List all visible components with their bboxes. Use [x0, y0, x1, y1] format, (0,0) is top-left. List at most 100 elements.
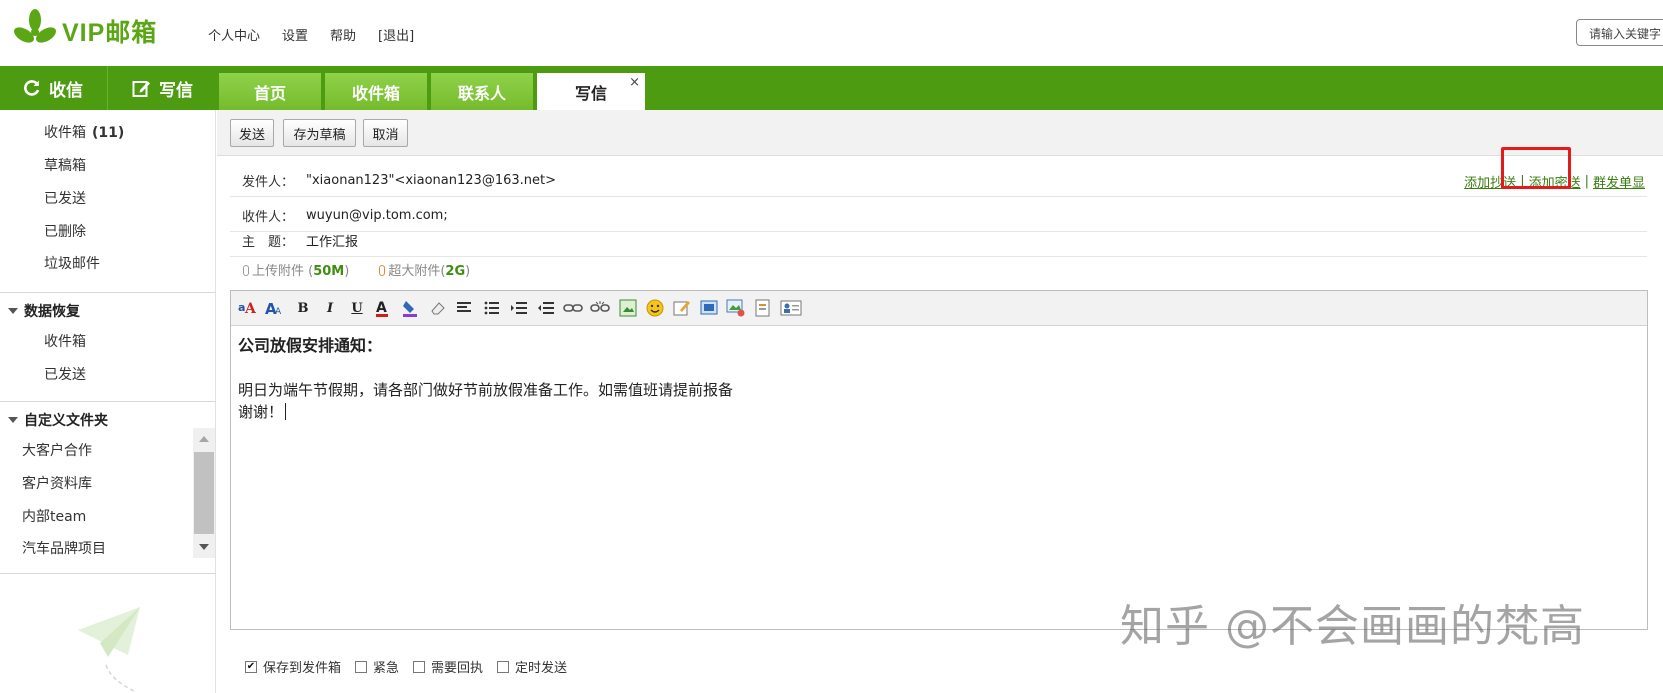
sidebar-item-label: 收件箱 — [44, 125, 86, 141]
link-help[interactable]: 帮助 — [330, 25, 356, 44]
group-single-link[interactable]: 群发单显 — [1593, 172, 1645, 191]
unread-count: (11) — [92, 125, 125, 141]
from-label: 发件人： — [242, 174, 295, 190]
cancel-button[interactable]: 取消 — [363, 119, 408, 147]
business-card-icon[interactable] — [779, 296, 803, 320]
screenshot-icon[interactable] — [697, 296, 721, 320]
from-row: 发件人： "xiaonan123"<xiaonan123@163.net> 添加… — [230, 164, 1647, 197]
sidebar-item-sent[interactable]: 已发送 — [44, 188, 86, 208]
checkbox[interactable] — [497, 660, 510, 673]
scroll-down-arrow-icon[interactable] — [193, 536, 215, 558]
option-label: 定时发送 — [515, 661, 568, 676]
link-icon[interactable] — [561, 296, 585, 320]
highlight-box — [1501, 147, 1571, 189]
scroll-thumb[interactable] — [194, 452, 214, 534]
sidebar: 收件箱 (11) 草稿箱 已发送 已删除 垃圾邮件 数据恢复 收件箱 已发送 自定… — [0, 110, 216, 693]
section-custom-folders[interactable]: 自定义文件夹 — [8, 410, 108, 430]
email-body[interactable]: 公司放假安排通知： 明日为端午节假期，请各部门做好节前放假准备工作。如需值班请提… — [238, 335, 733, 423]
bold-icon[interactable]: B — [291, 296, 315, 320]
svg-text:A: A — [244, 301, 257, 317]
body-line-last: 谢谢！ — [238, 401, 733, 423]
tab-inbox[interactable]: 收件箱 — [325, 73, 427, 110]
recovery-item-sent[interactable]: 已发送 — [44, 364, 86, 384]
sidebar-item-deleted[interactable]: 已删除 — [44, 221, 86, 241]
italic-icon[interactable]: I — [318, 296, 342, 320]
list-icon[interactable] — [480, 296, 504, 320]
rich-text-editor[interactable]: aA AA B I U A 公司放假安排通知： 明日为端午节假期，请各部门做好节… — [230, 290, 1648, 630]
send-options: ✔ 保存到发件箱 紧急 需要回执 定时发送 — [245, 657, 567, 676]
tab-contacts[interactable]: 联系人 — [431, 73, 533, 110]
indent-icon[interactable] — [507, 296, 531, 320]
write-button[interactable]: 写信 — [107, 66, 217, 110]
option-label: 保存到发件箱 — [263, 661, 342, 676]
tab-home[interactable]: 首页 — [219, 73, 321, 110]
section-title: 自定义文件夹 — [24, 413, 108, 429]
edit-icon — [132, 80, 150, 97]
sidebar-item-spam[interactable]: 垃圾邮件 — [44, 253, 100, 273]
highlight-color-icon[interactable] — [399, 296, 423, 320]
subject-label: 主 题： — [242, 234, 295, 250]
top-header: VIP邮箱 个人中心 设置 帮助 [退出] 请输入关键字 — [0, 0, 1663, 66]
custom-folder-item[interactable]: 客户资料库 — [22, 473, 92, 493]
eraser-icon[interactable] — [426, 296, 450, 320]
insert-photo-icon[interactable] — [724, 296, 748, 320]
body-line: 明日为端午节假期，请各部门做好节前放假准备工作。如需值班请提前报备 — [238, 381, 734, 399]
big-attachment-link[interactable]: 超大附件(2G) — [379, 260, 470, 279]
tab-compose[interactable]: 写信 × — [537, 73, 645, 110]
underline-icon[interactable]: U — [345, 296, 369, 320]
scroll-up-arrow-icon[interactable] — [193, 428, 215, 450]
action-toolbar: 发送 存为草稿 取消 — [217, 110, 1663, 156]
custom-folder-item[interactable]: 内部team — [22, 506, 86, 526]
collapse-icon — [8, 417, 18, 423]
option-scheduled-send[interactable]: 定时发送 — [497, 657, 567, 676]
collapse-icon — [8, 308, 18, 314]
folder-scrollbar[interactable] — [193, 428, 215, 558]
section-data-recovery[interactable]: 数据恢复 — [8, 301, 80, 321]
checkbox[interactable] — [413, 660, 426, 673]
sidebar-item-drafts[interactable]: 草稿箱 — [44, 155, 86, 175]
option-read-receipt[interactable]: 需要回执 — [413, 657, 483, 676]
subject-field[interactable]: 工作汇报 — [306, 231, 358, 250]
font-family-icon[interactable]: aA — [236, 296, 260, 320]
search-input[interactable]: 请输入关键字 — [1576, 19, 1663, 46]
to-field[interactable]: wuyun@vip.tom.com; — [306, 208, 448, 223]
section-title: 数据恢复 — [24, 304, 80, 320]
upload-attachment-link[interactable]: 上传附件 (50M) — [243, 260, 349, 279]
attachment-row: 上传附件 (50M) 超大附件(2G) — [243, 260, 470, 279]
subject-row: 主 题： 工作汇报 — [230, 224, 1647, 257]
watermark: 知乎 @不会画画的梵高 — [1120, 601, 1585, 652]
unlink-icon[interactable] — [588, 296, 612, 320]
option-save-to-sent[interactable]: ✔ 保存到发件箱 — [245, 657, 341, 676]
insert-image-icon[interactable] — [616, 296, 640, 320]
template-icon[interactable] — [751, 296, 775, 320]
option-urgent[interactable]: 紧急 — [355, 657, 399, 676]
divider — [0, 401, 216, 402]
link-logout[interactable]: [退出] — [378, 25, 414, 44]
checkbox[interactable] — [355, 660, 368, 673]
svg-text:A: A — [275, 307, 282, 317]
align-left-icon[interactable] — [453, 296, 477, 320]
signature-icon[interactable] — [670, 296, 694, 320]
font-color-icon[interactable]: A — [372, 296, 396, 320]
divider — [0, 292, 216, 293]
nav-bar: 收信 写信 首页 收件箱 联系人 写信 × — [0, 66, 1663, 110]
svg-text:A: A — [376, 300, 387, 316]
custom-folder-item[interactable]: 大客户合作 — [22, 440, 92, 460]
link-settings[interactable]: 设置 — [282, 25, 308, 44]
logo[interactable]: VIP邮箱 — [12, 8, 157, 54]
custom-folder-item[interactable]: 汽车品牌项目 — [22, 538, 106, 558]
recovery-item-inbox[interactable]: 收件箱 — [44, 331, 86, 351]
write-label: 写信 — [159, 80, 193, 101]
sidebar-item-inbox[interactable]: 收件箱 (11) — [44, 122, 124, 142]
link-personal-center[interactable]: 个人中心 — [208, 25, 260, 44]
emoticon-icon[interactable] — [643, 296, 667, 320]
send-button[interactable]: 发送 — [230, 119, 274, 147]
from-field[interactable]: "xiaonan123"<xiaonan123@163.net> — [306, 173, 556, 188]
outdent-icon[interactable] — [534, 296, 558, 320]
save-draft-button[interactable]: 存为草稿 — [283, 119, 356, 147]
close-icon[interactable]: × — [629, 75, 640, 90]
font-size-icon[interactable]: AA — [263, 296, 287, 320]
receive-button[interactable]: 收信 — [0, 66, 106, 110]
tab-strip: 首页 收件箱 联系人 写信 × — [219, 73, 645, 110]
checkbox-checked[interactable]: ✔ — [245, 660, 257, 673]
